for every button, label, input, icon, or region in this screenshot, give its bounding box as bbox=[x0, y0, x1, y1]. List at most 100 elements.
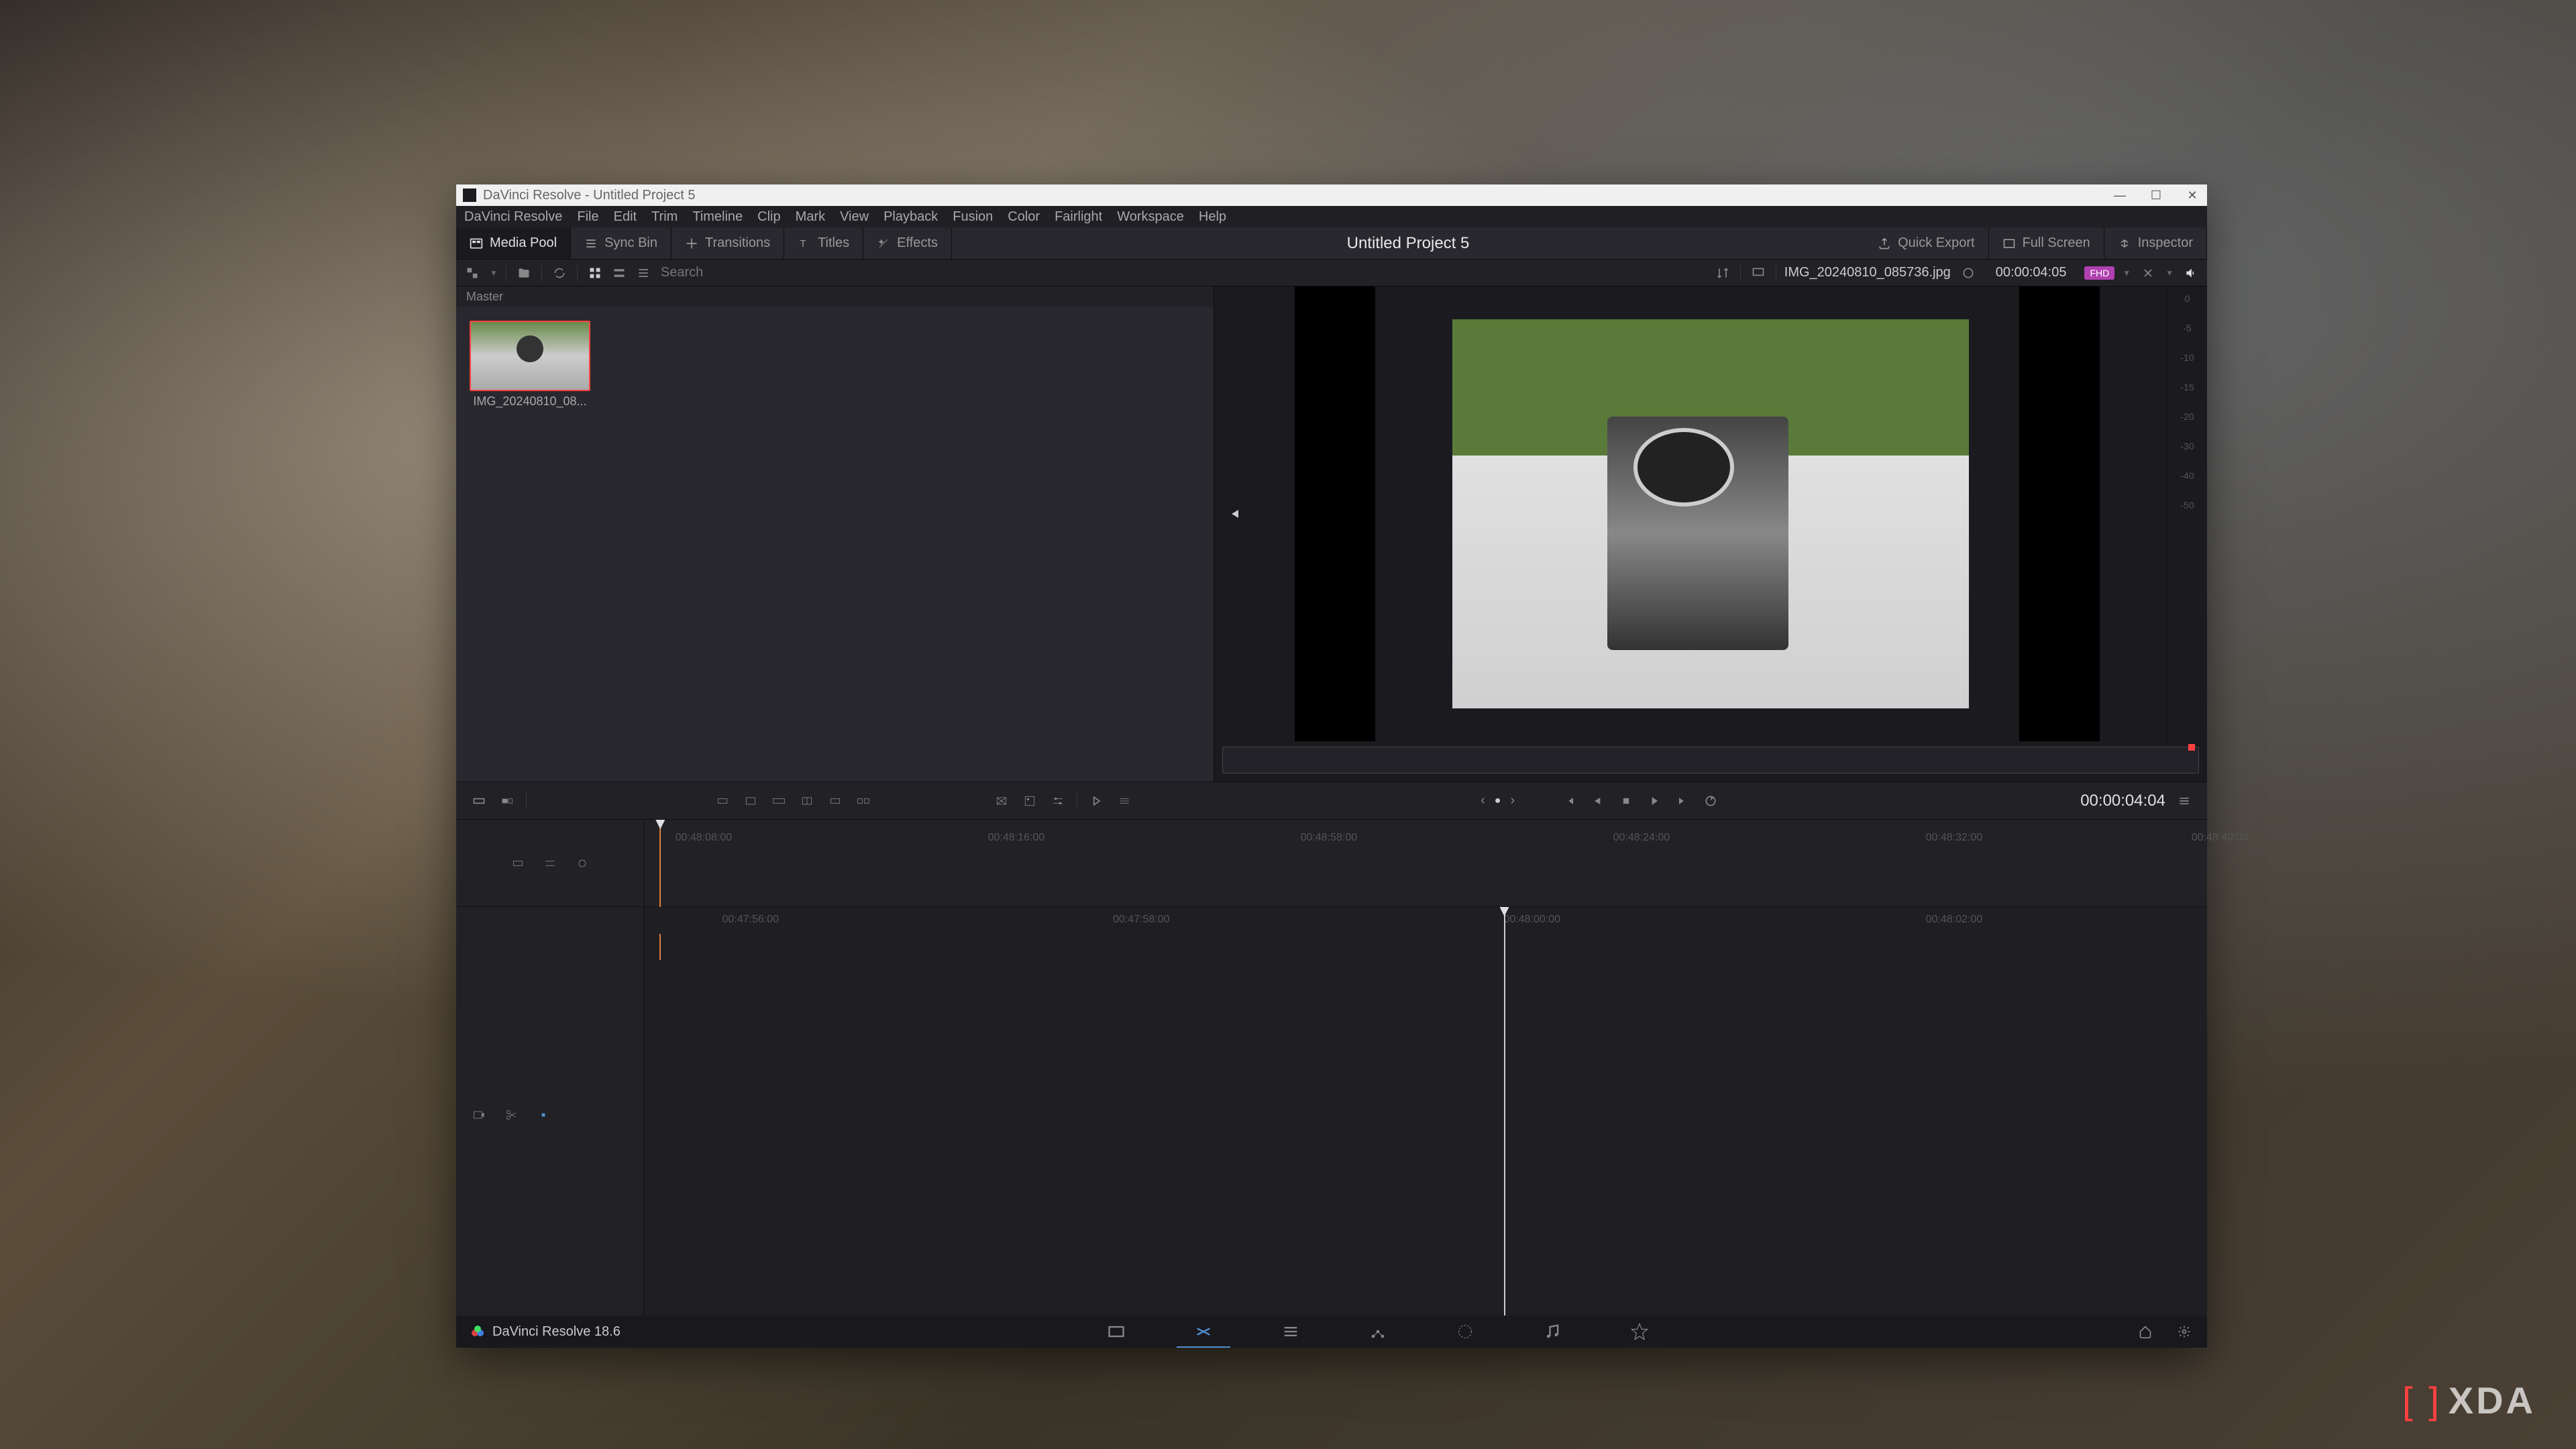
settings-button[interactable] bbox=[2175, 1322, 2194, 1341]
lower-ruler[interactable]: 00:47:56:00 00:47:58:00 00:48:00:00 00:4… bbox=[644, 907, 2207, 934]
track-tool-1[interactable] bbox=[508, 854, 527, 873]
thumbnail-view-button[interactable] bbox=[586, 264, 604, 282]
maximize-button[interactable]: ☐ bbox=[2148, 189, 2164, 203]
timeline-options-button[interactable] bbox=[2175, 792, 2194, 810]
menu-file[interactable]: File bbox=[577, 209, 598, 225]
upper-ruler[interactable]: 00:48:08:00 00:48:16:00 00:48:58:00 00:4… bbox=[644, 820, 2207, 906]
stop-button[interactable] bbox=[1617, 792, 1635, 810]
track-tool-2[interactable] bbox=[541, 854, 559, 873]
adjust-button[interactable] bbox=[1049, 792, 1067, 810]
transitions-button[interactable]: Transitions bbox=[672, 227, 784, 259]
media-clip[interactable]: IMG_20240810_08... bbox=[470, 321, 590, 409]
picture-button[interactable] bbox=[1020, 792, 1039, 810]
menu-workspace[interactable]: Workspace bbox=[1117, 209, 1184, 225]
step-back-button[interactable] bbox=[1589, 792, 1607, 810]
menu-view[interactable]: View bbox=[840, 209, 869, 225]
close-button[interactable]: ✕ bbox=[2184, 189, 2200, 203]
full-screen-label: Full Screen bbox=[2023, 235, 2090, 251]
media-pool-area[interactable]: IMG_20240810_08... bbox=[456, 307, 1214, 782]
append-button[interactable] bbox=[498, 792, 517, 810]
media-page-button[interactable] bbox=[1103, 1318, 1130, 1345]
fairlight-page-button[interactable] bbox=[1539, 1318, 1566, 1345]
tool-button-6[interactable] bbox=[854, 792, 873, 810]
menu-playback[interactable]: Playback bbox=[883, 209, 938, 225]
bin-master-label[interactable]: Master bbox=[456, 286, 1214, 307]
viewer-container[interactable]: 0 -5 -10 -15 -20 -30 -40 -50 bbox=[1214, 286, 2207, 741]
import-media-button[interactable] bbox=[463, 264, 482, 282]
prev-clip-button[interactable] bbox=[1226, 506, 1242, 522]
lower-timeline-track[interactable]: 00:47:56:00 00:47:58:00 00:48:00:00 00:4… bbox=[644, 907, 2207, 1316]
fast-review-button[interactable] bbox=[1087, 792, 1106, 810]
jog-next-icon[interactable]: › bbox=[1510, 793, 1515, 808]
scrub-marker[interactable] bbox=[2188, 744, 2195, 751]
menu-clip[interactable]: Clip bbox=[757, 209, 780, 225]
razor-button[interactable] bbox=[502, 1106, 521, 1124]
jog-dot-icon[interactable]: ● bbox=[1495, 795, 1501, 807]
minimize-button[interactable]: — bbox=[2112, 189, 2128, 203]
media-pool-button[interactable]: Media Pool bbox=[456, 227, 571, 259]
deliver-page-icon bbox=[1630, 1322, 1649, 1341]
clip-thumbnail[interactable] bbox=[470, 321, 590, 391]
snap-button[interactable] bbox=[534, 1106, 553, 1124]
import-folder-button[interactable] bbox=[515, 264, 533, 282]
scrub-bar[interactable] bbox=[1214, 741, 2207, 782]
timeline-view-button[interactable] bbox=[1115, 792, 1134, 810]
viewer-mode-button[interactable] bbox=[1749, 264, 1768, 282]
jog-prev-icon[interactable]: ‹ bbox=[1481, 793, 1485, 808]
scrub-track[interactable] bbox=[1222, 747, 2199, 773]
tool-button-2[interactable] bbox=[741, 792, 760, 810]
menu-edit[interactable]: Edit bbox=[614, 209, 637, 225]
sort-button[interactable] bbox=[1713, 264, 1732, 282]
folder-icon bbox=[517, 266, 531, 280]
loop-button[interactable] bbox=[1701, 792, 1720, 810]
ruler-tick: 00:48:24:00 bbox=[1613, 832, 1670, 844]
menu-fusion[interactable]: Fusion bbox=[953, 209, 993, 225]
menu-trim[interactable]: Trim bbox=[651, 209, 678, 225]
bypass-fx-button[interactable] bbox=[2139, 264, 2157, 282]
home-button[interactable] bbox=[2136, 1322, 2155, 1341]
menu-help[interactable]: Help bbox=[1199, 209, 1226, 225]
color-page-button[interactable] bbox=[1452, 1318, 1479, 1345]
tool-icon bbox=[857, 794, 870, 808]
go-start-button[interactable] bbox=[1560, 792, 1579, 810]
search-input[interactable] bbox=[661, 265, 795, 280]
menu-davinci[interactable]: DaVinci Resolve bbox=[464, 209, 562, 225]
sync-clips-button[interactable] bbox=[550, 264, 569, 282]
track-tool-3[interactable] bbox=[573, 854, 592, 873]
full-screen-button[interactable]: Full Screen bbox=[1989, 227, 2104, 259]
strip-view-button[interactable] bbox=[610, 264, 629, 282]
smart-insert-button[interactable] bbox=[470, 792, 488, 810]
play-button[interactable] bbox=[1645, 792, 1664, 810]
edit-page-button[interactable] bbox=[1277, 1318, 1304, 1345]
loop-icon bbox=[1704, 794, 1717, 808]
tool-button-3[interactable] bbox=[769, 792, 788, 810]
tool-button-4[interactable] bbox=[798, 792, 816, 810]
bypass-dropdown-icon[interactable]: ▼ bbox=[2165, 268, 2174, 278]
deliver-page-button[interactable] bbox=[1626, 1318, 1653, 1345]
tool-button-5[interactable] bbox=[826, 792, 845, 810]
video-track-button[interactable] bbox=[470, 1106, 488, 1124]
menu-mark[interactable]: Mark bbox=[796, 209, 825, 225]
resolution-badge[interactable]: FHD bbox=[2084, 266, 2114, 280]
transition-button[interactable] bbox=[992, 792, 1011, 810]
inspector-button[interactable]: Inspector bbox=[2104, 227, 2207, 259]
volume-button[interactable] bbox=[2182, 264, 2200, 282]
quick-export-button[interactable]: Quick Export bbox=[1864, 227, 1988, 259]
list-view-button[interactable] bbox=[634, 264, 653, 282]
go-end-button[interactable] bbox=[1673, 792, 1692, 810]
cut-page-button[interactable] bbox=[1190, 1318, 1217, 1345]
effects-button[interactable]: Effects bbox=[863, 227, 952, 259]
home-icon bbox=[2139, 1325, 2152, 1338]
menu-timeline[interactable]: Timeline bbox=[692, 209, 743, 225]
tool-button-1[interactable] bbox=[713, 792, 732, 810]
dropdown-arrow-icon[interactable]: ▼ bbox=[490, 268, 498, 278]
res-dropdown-icon[interactable]: ▼ bbox=[2123, 268, 2131, 278]
menu-color[interactable]: Color bbox=[1008, 209, 1040, 225]
viewer-image[interactable] bbox=[1452, 319, 1969, 708]
titles-button[interactable]: T Titles bbox=[784, 227, 863, 259]
clip-info-button[interactable] bbox=[1959, 264, 1978, 282]
fusion-page-button[interactable] bbox=[1364, 1318, 1391, 1345]
sync-bin-button[interactable]: Sync Bin bbox=[571, 227, 672, 259]
menu-fairlight[interactable]: Fairlight bbox=[1055, 209, 1102, 225]
lower-playhead[interactable] bbox=[1504, 907, 1505, 1316]
